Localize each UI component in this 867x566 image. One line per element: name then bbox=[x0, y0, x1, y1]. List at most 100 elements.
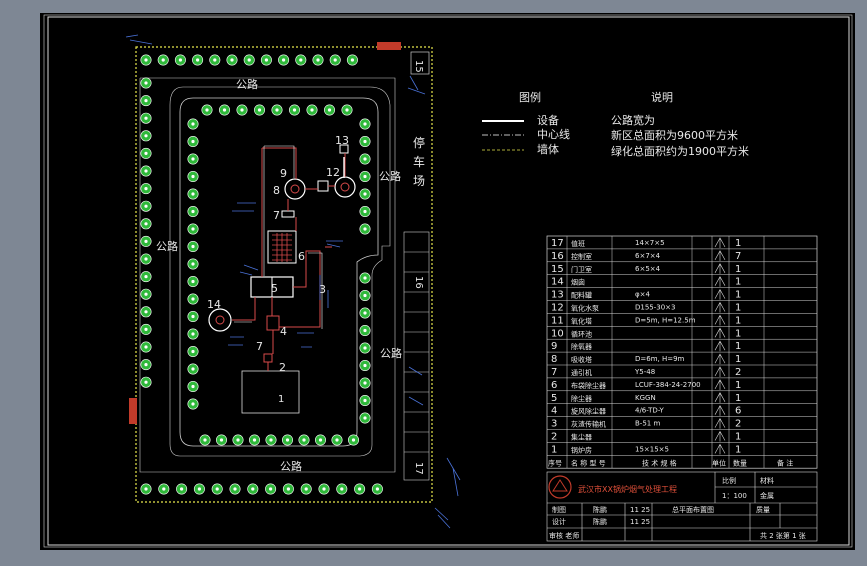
site-plan-drawing: 1 2 3 4 5 6 7 8 9 12 13 14 7 公路 公路 公路 公路… bbox=[40, 13, 855, 550]
tree-icon bbox=[359, 307, 371, 319]
label-12: 12 bbox=[326, 166, 340, 179]
tree-icon bbox=[157, 54, 169, 66]
tree-icon bbox=[140, 235, 152, 247]
row-number: 12 bbox=[551, 303, 564, 314]
row-name: 除氧器 bbox=[571, 342, 592, 351]
road-label-bottom: 公路 bbox=[280, 460, 302, 473]
tree-icon bbox=[187, 310, 199, 322]
row-name: 氧化塔 bbox=[571, 316, 592, 325]
row-spec: D155-30×3 bbox=[635, 304, 676, 312]
row-name: 布袋除尘器 bbox=[571, 381, 606, 390]
tree-icon bbox=[187, 380, 199, 392]
road-label-right-mid: 公路 bbox=[380, 347, 402, 360]
row-name: 烟囱 bbox=[571, 278, 585, 287]
header-cell: 数量 bbox=[733, 458, 747, 467]
tree-icon bbox=[176, 483, 188, 495]
role-review: 审核 老师 bbox=[549, 531, 579, 540]
label-5: 5 bbox=[271, 282, 278, 295]
row-name: 灰渣传输机 bbox=[571, 420, 606, 429]
tree-icon bbox=[158, 483, 170, 495]
material-label: 材料 bbox=[760, 476, 774, 485]
tree-icon bbox=[300, 483, 312, 495]
tree-icon bbox=[187, 118, 199, 130]
tree-icon bbox=[211, 483, 223, 495]
tree-icon bbox=[187, 345, 199, 357]
tree-icon bbox=[187, 171, 199, 183]
drawing-sheet bbox=[40, 13, 855, 550]
tree-icon bbox=[187, 258, 199, 270]
label-7: 7 bbox=[273, 209, 280, 222]
row-number: 9 bbox=[551, 341, 557, 352]
draft-date: 11 25 bbox=[630, 506, 650, 514]
parking-label-3: 场 bbox=[413, 174, 425, 188]
tree-icon bbox=[201, 104, 213, 116]
row-number: 11 bbox=[551, 315, 564, 326]
tree-icon bbox=[187, 136, 199, 148]
tree-icon bbox=[359, 272, 371, 284]
tree-icon bbox=[281, 434, 293, 446]
tree-icon bbox=[232, 434, 244, 446]
tree-icon bbox=[140, 483, 152, 495]
legend-title: 图例 bbox=[519, 90, 541, 104]
tree-icon bbox=[314, 434, 326, 446]
row-number: 2 bbox=[551, 432, 557, 443]
tree-icon bbox=[140, 288, 152, 300]
tree-icon bbox=[219, 104, 231, 116]
row-number: 17 bbox=[551, 238, 564, 249]
row-spec: 6×7×4 bbox=[635, 252, 661, 260]
tree-icon bbox=[226, 54, 238, 66]
tree-icon bbox=[187, 188, 199, 200]
tree-icon bbox=[199, 434, 211, 446]
row-name: 值班 bbox=[571, 239, 585, 248]
tree-icon bbox=[140, 359, 152, 371]
row-number: 10 bbox=[551, 328, 564, 339]
tree-icon bbox=[359, 412, 371, 424]
role-draft: 制图 bbox=[552, 505, 566, 514]
tree-icon bbox=[278, 54, 290, 66]
tree-icon bbox=[265, 483, 277, 495]
label-9: 9 bbox=[280, 167, 287, 180]
header-cell: 序号 bbox=[548, 458, 562, 467]
label-14: 14 bbox=[207, 298, 221, 311]
tree-icon bbox=[236, 104, 248, 116]
tree-icon bbox=[359, 289, 371, 301]
row-qty: 1 bbox=[735, 393, 741, 404]
row-number: 5 bbox=[551, 393, 557, 404]
header-cell: 单位 bbox=[712, 458, 726, 467]
tree-icon bbox=[254, 104, 266, 116]
row-name: 门卫室 bbox=[571, 265, 592, 274]
tree-icon bbox=[359, 394, 371, 406]
tree-icon bbox=[359, 324, 371, 336]
row-qty: 1 bbox=[735, 380, 741, 391]
row-name: 锅炉房 bbox=[571, 445, 592, 454]
tree-icon bbox=[140, 271, 152, 283]
tree-icon bbox=[187, 398, 199, 410]
drafter-name: 陈鹏 bbox=[593, 505, 607, 514]
tree-icon bbox=[140, 130, 152, 142]
row-name: 控制室 bbox=[571, 252, 592, 261]
header-cell: 技 术 规 格 bbox=[642, 458, 677, 467]
tree-icon bbox=[359, 118, 371, 130]
tree-icon bbox=[140, 183, 152, 195]
tree-icon bbox=[306, 104, 318, 116]
tree-icon bbox=[140, 376, 152, 388]
row-qty: 2 bbox=[735, 367, 741, 378]
row-spec: B-51 m bbox=[635, 420, 660, 428]
tree-icon bbox=[359, 171, 371, 183]
row-spec: 6×5×4 bbox=[635, 265, 661, 273]
tree-icon bbox=[359, 359, 371, 371]
row-spec: 14×7×5 bbox=[635, 239, 665, 247]
row-qty: 2 bbox=[735, 419, 741, 430]
scale-value: 1：100 bbox=[722, 492, 747, 500]
material-value: 金属 bbox=[760, 491, 774, 500]
tree-icon bbox=[295, 54, 307, 66]
tree-icon bbox=[288, 104, 300, 116]
row-number: 13 bbox=[551, 290, 564, 301]
tree-icon bbox=[187, 241, 199, 253]
tree-icon bbox=[187, 223, 199, 235]
label-1: 1 bbox=[278, 394, 284, 405]
tree-icon bbox=[174, 54, 186, 66]
tree-icon bbox=[193, 483, 205, 495]
row-qty: 1 bbox=[735, 432, 741, 443]
west-gate bbox=[129, 398, 137, 424]
